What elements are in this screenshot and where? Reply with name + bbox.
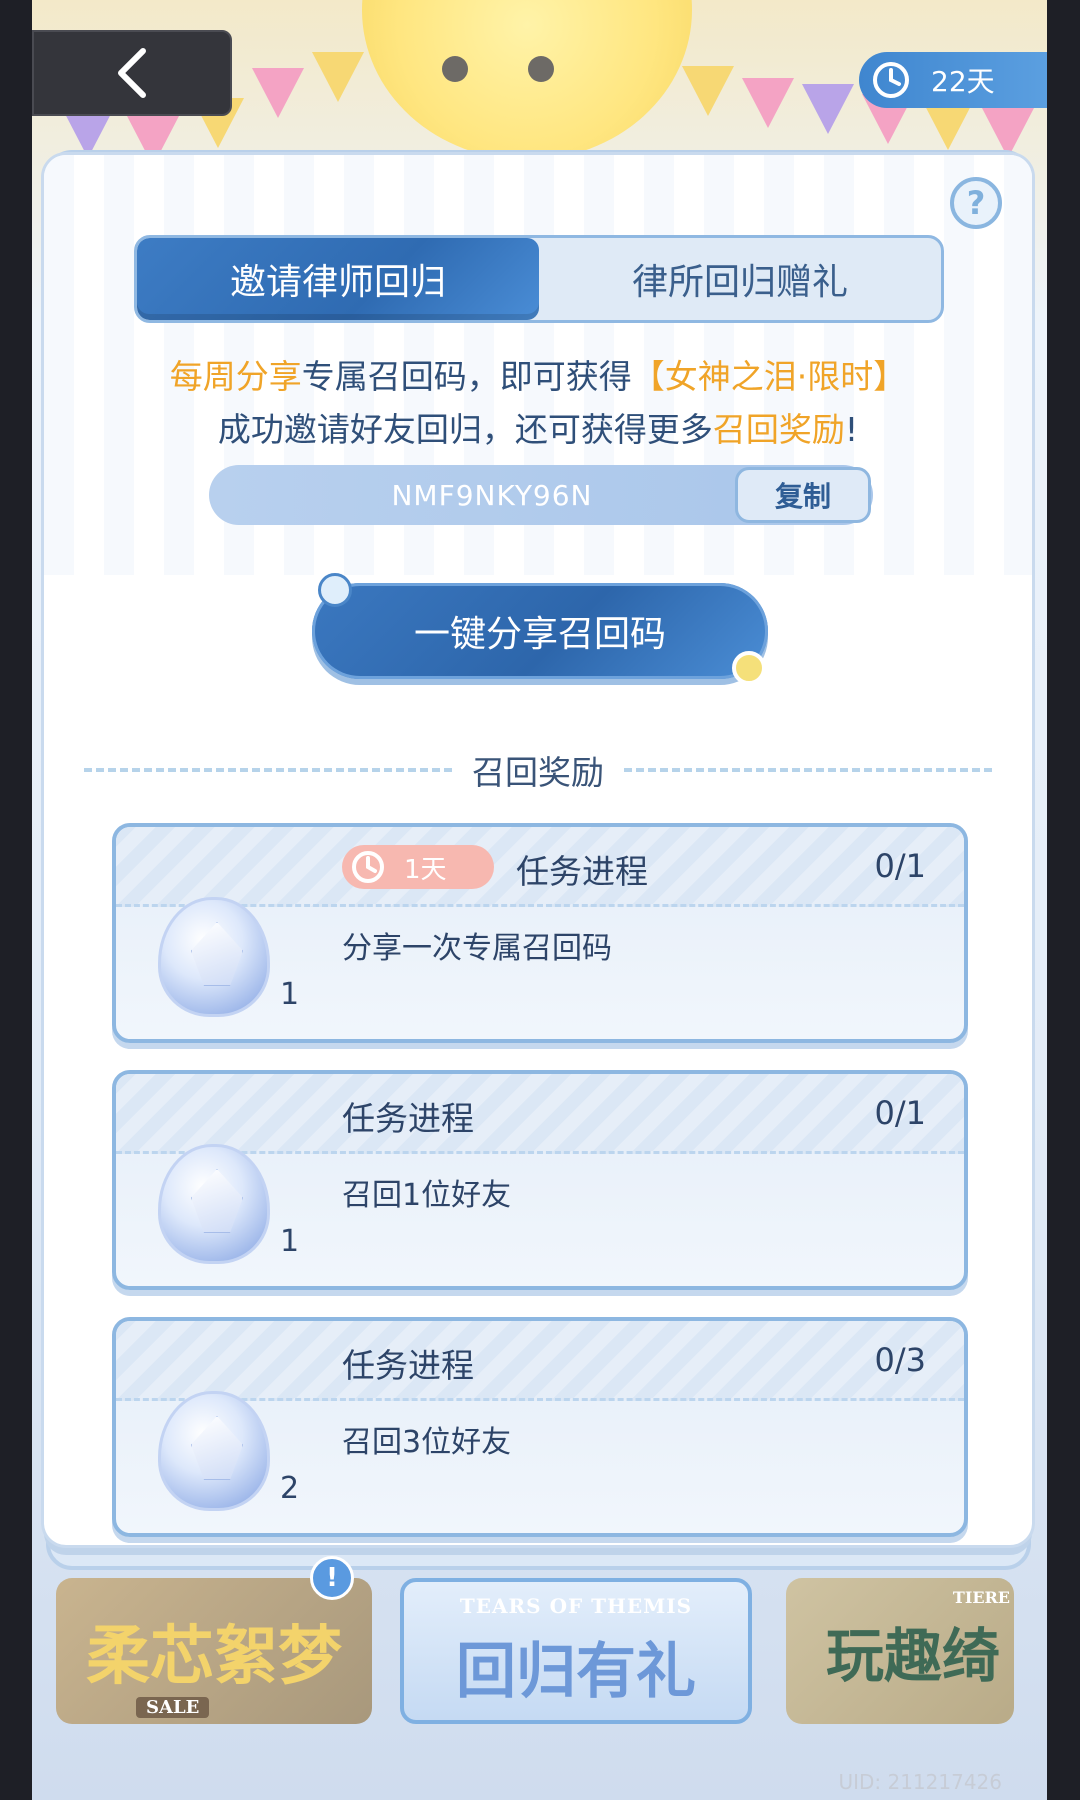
description-line-1: 每周分享专属召回码，即可获得【女神之泪·限时】 — [44, 350, 1032, 398]
event-banner-strip: 柔芯絮梦 SALE TEARS OF THEMIS 回归有礼 玩趣绮 TIERE — [32, 1570, 1047, 1740]
task-card: 1 1天 任务进程 0/1 分享一次专属召回码 — [112, 823, 968, 1043]
recall-code-text: NMF9NKY96N — [391, 478, 593, 512]
tears-gem-icon[interactable] — [158, 897, 270, 1017]
main-card: ? 邀请律师回归 律所回归赠礼 每周分享专属召回码，即可获得【女神之泪·限时】 … — [44, 155, 1032, 1545]
task-timer-label: 1天 — [404, 854, 447, 885]
back-button[interactable] — [32, 30, 232, 116]
banner-return-gift[interactable]: TEARS OF THEMIS 回归有礼 — [400, 1578, 752, 1724]
event-timer-label: 22天 — [931, 65, 995, 98]
task-description: 召回1位好友 — [342, 1178, 512, 1213]
banner-return-gift-sub: TEARS OF THEMIS — [459, 1594, 693, 1618]
task-progress: 0/3 — [874, 1341, 927, 1379]
description-line-2: 成功邀请好友回归，还可获得更多召回奖励! — [44, 403, 1032, 451]
recall-code-bar: NMF9NKY96N 复制 — [209, 465, 873, 525]
uid-label: UID: 211217426 — [838, 1770, 1002, 1794]
coin-icon — [732, 651, 766, 685]
task-card: 2 任务进程 0/3 召回3位好友 — [112, 1317, 968, 1537]
divider-right — [624, 768, 992, 772]
desc-text-1: 专属召回码，即可获得 — [301, 357, 632, 396]
event-timer-badge: 22天 — [859, 52, 1047, 108]
tab-invite-lawyer[interactable]: 邀请律师回归 — [137, 238, 539, 320]
task-description: 分享一次专属召回码 — [342, 931, 612, 966]
banner-sale-tag: SALE — [136, 1697, 210, 1718]
help-icon[interactable]: ? — [950, 177, 1002, 229]
rewards-section-header: 召回奖励 — [84, 740, 992, 800]
share-recall-code-button[interactable]: 一键分享召回码 — [312, 573, 768, 685]
desc-highlight-reward: 【女神之泪·限时】 — [631, 357, 907, 396]
banner-soft-dream[interactable]: 柔芯絮梦 SALE — [56, 1578, 372, 1724]
banner-fun-play-sub: TIERE — [952, 1588, 1010, 1607]
chevron-left-icon — [118, 48, 146, 98]
task-header — [116, 1321, 964, 1401]
task-title: 任务进程 — [516, 852, 648, 891]
reward-count: 2 — [280, 1471, 300, 1506]
banner-return-gift-label: 回归有礼 — [456, 1636, 696, 1707]
alert-icon: ! — [310, 1556, 354, 1600]
task-timer-pill: 1天 — [342, 845, 494, 889]
clock-icon — [873, 62, 909, 98]
banner-fun-play[interactable]: 玩趣绮 TIERE — [786, 1578, 1014, 1724]
reward-count: 1 — [280, 977, 300, 1012]
desc-highlight-recall-rewards: 召回奖励 — [712, 410, 845, 449]
ribbon-icon — [318, 573, 352, 607]
tears-gem-icon[interactable] — [158, 1391, 270, 1511]
task-progress: 0/1 — [874, 847, 927, 885]
reward-count: 1 — [280, 1224, 300, 1259]
task-title: 任务进程 — [342, 1099, 474, 1138]
task-card: 1 任务进程 0/1 召回1位好友 — [112, 1070, 968, 1290]
tears-gem-icon[interactable] — [158, 1144, 270, 1264]
task-progress: 0/1 — [874, 1094, 927, 1132]
clock-icon — [352, 851, 384, 883]
desc-text-2: 成功邀请好友回归，还可获得更多 — [217, 410, 713, 449]
share-button-label: 一键分享召回码 — [413, 614, 666, 655]
tab-firm-return-gift[interactable]: 律所回归赠礼 — [539, 238, 941, 320]
banner-fun-play-label: 玩趣绮 — [826, 1622, 1001, 1690]
copy-button[interactable]: 复制 — [735, 467, 871, 523]
task-description: 召回3位好友 — [342, 1425, 512, 1460]
tab-bar: 邀请律师回归 律所回归赠礼 — [134, 235, 944, 323]
rewards-section-title: 召回奖励 — [472, 753, 604, 792]
task-header — [116, 1074, 964, 1154]
banner-soft-dream-label: 柔芯絮梦 — [86, 1619, 342, 1694]
desc-highlight-weekly-share: 每周分享 — [169, 357, 302, 396]
divider-left — [84, 768, 452, 772]
desc-exclaim: ! — [844, 410, 859, 449]
task-title: 任务进程 — [342, 1346, 474, 1385]
